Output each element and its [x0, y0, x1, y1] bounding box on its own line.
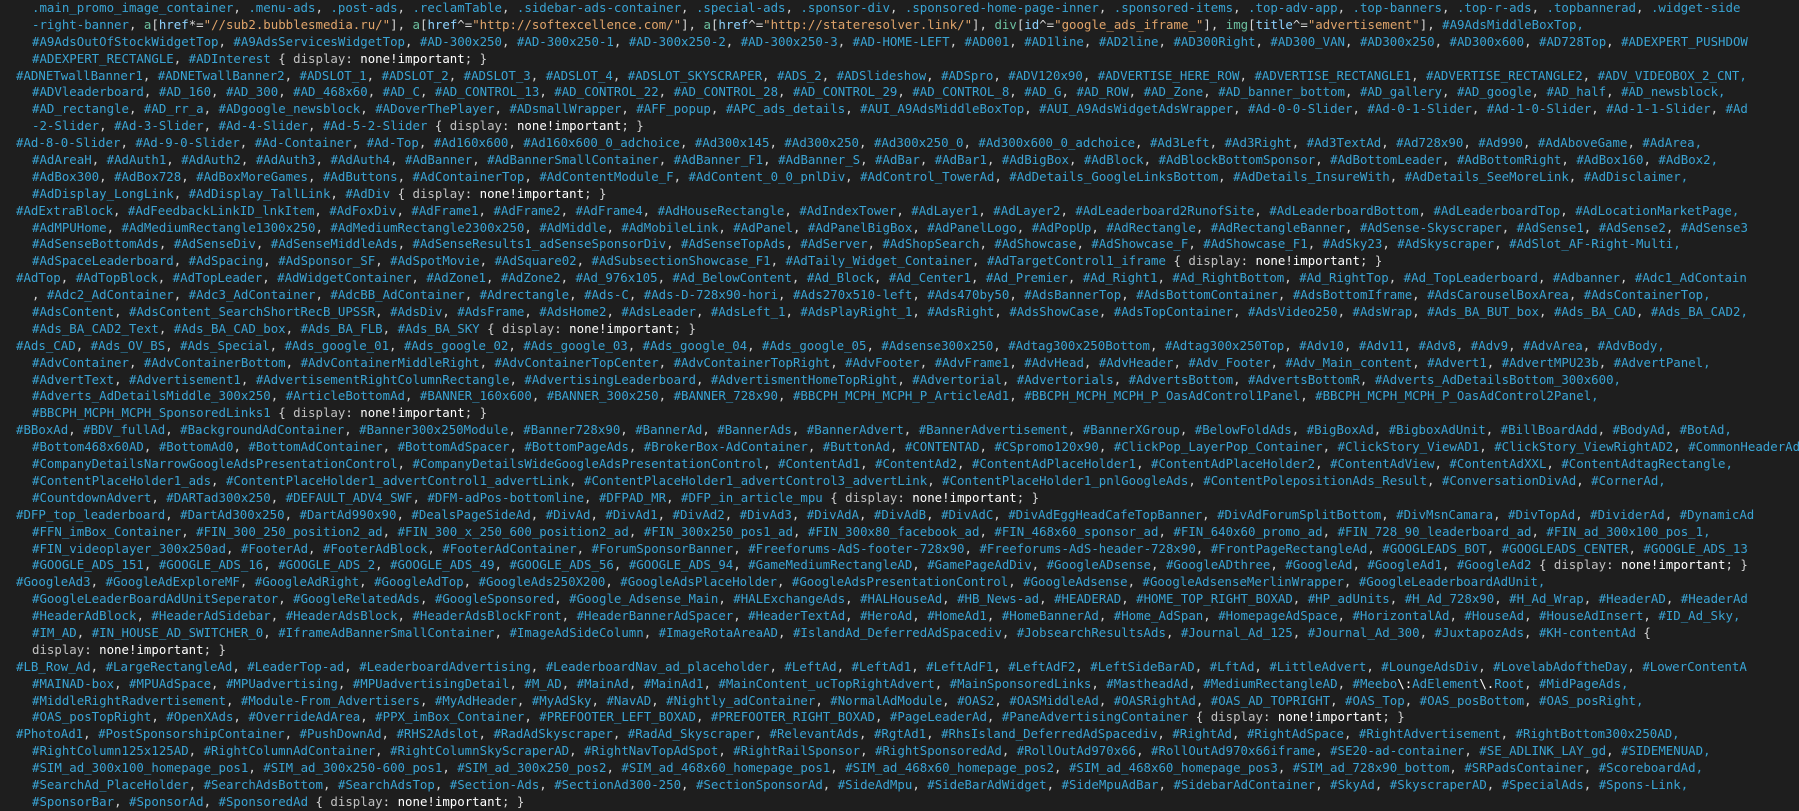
code-line[interactable]: #Ad-8-0-Slider, #Ad-9-0-Slider, #Ad-Cont…: [16, 135, 1799, 152]
code-line[interactable]: #A9AdsOutOfStockWidgetTop, #A9AdsService…: [16, 34, 1799, 51]
code-line[interactable]: , #Adc2_AdContainer, #Adc3_AdContainer, …: [16, 287, 1799, 304]
code-line[interactable]: #AdTop, #AdTopBlock, #AdTopLeader, #AdWi…: [16, 270, 1799, 287]
code-line[interactable]: #AdBox300, #AdBox728, #AdBoxMoreGames, #…: [16, 169, 1799, 186]
code-line[interactable]: #RightColumn125x125AD, #RightColumnAdCon…: [16, 743, 1799, 760]
code-line[interactable]: #AdSenseBottomAds, #AdSenseDiv, #AdSense…: [16, 236, 1799, 253]
code-line[interactable]: #AdSpaceLeaderboard, #AdSpacing, #AdSpon…: [16, 253, 1799, 270]
code-line[interactable]: #DFP_top_leaderboard, #DartAd300x250, #D…: [16, 507, 1799, 524]
code-line[interactable]: #Ads_CAD, #Ads_OV_BS, #Ads_Special, #Ads…: [16, 338, 1799, 355]
code-line[interactable]: #ADVleaderboard, #AD_160, #AD_300, #AD_4…: [16, 84, 1799, 101]
code-line[interactable]: #MiddleRightRadvertisement, #Module-From…: [16, 693, 1799, 710]
code-line[interactable]: #AdsContent, #AdsContent_SearchShortRecB…: [16, 304, 1799, 321]
code-line[interactable]: #ADNETwallBanner1, #ADNETwallBanner2, #A…: [16, 68, 1799, 85]
code-line[interactable]: #Adverts_AdDetailsMiddle_300x250, #Artic…: [16, 388, 1799, 405]
code-line[interactable]: #LB_Row_Ad, #LargeRectangleAd, #LeaderTo…: [16, 659, 1799, 676]
code-line[interactable]: #SearchAd_PlaceHolder, #SearchAdsBottom,…: [16, 777, 1799, 794]
code-line[interactable]: #GoogleAd3, #GoogleAdExploreMF, #GoogleA…: [16, 574, 1799, 591]
code-line[interactable]: #HeaderAdBlock, #HeaderAdSidebar, #Heade…: [16, 608, 1799, 625]
code-line[interactable]: -2-Slider, #Ad-3-Slider, #Ad-4-Slider, #…: [16, 118, 1799, 135]
code-editor[interactable]: .main_promo_image_container, .menu-ads, …: [0, 0, 1799, 811]
code-line[interactable]: #Ads_BA_CAD2_Text, #Ads_BA_CAD_box, #Ads…: [16, 321, 1799, 338]
code-line[interactable]: #CountdownAdvert, #DARTad300x250, #DEFAU…: [16, 490, 1799, 507]
code-line[interactable]: display: none!important; }: [16, 642, 1799, 659]
code-line[interactable]: #Bottom468x60AD, #BottomAd0, #BottomAdCo…: [16, 439, 1799, 456]
code-line[interactable]: #PhotoAd1, #PostSponsorshipContainer, #P…: [16, 726, 1799, 743]
code-line[interactable]: #CompanyDetailsNarrowGoogleAdsPresentati…: [16, 456, 1799, 473]
code-line[interactable]: #AdAreaH, #AdAuth1, #AdAuth2, #AdAuth3, …: [16, 152, 1799, 169]
code-line[interactable]: #OAS_posTopRight, #OpenXAds, #OverrideAd…: [16, 709, 1799, 726]
code-line[interactable]: #GOOGLE_ADS_151, #GOOGLE_ADS_16, #GOOGLE…: [16, 557, 1799, 574]
code-line[interactable]: #IM_AD, #IN_HOUSE_AD_SWITCHER_0, #Iframe…: [16, 625, 1799, 642]
code-line[interactable]: #AdvContainer, #AdvContainerBottom, #Adv…: [16, 355, 1799, 372]
code-line[interactable]: #MAINAD-box, #MPUAdSpace, #MPUadvertisin…: [16, 676, 1799, 693]
code-line[interactable]: #AD_rectangle, #AD_rr_a, #ADgoogle_newsb…: [16, 101, 1799, 118]
code-line[interactable]: #ContentPlaceHolder1_ads, #ContentPlaceH…: [16, 473, 1799, 490]
code-line[interactable]: #BBoxAd, #BDV_fullAd, #BackgroundAdConta…: [16, 422, 1799, 439]
code-line[interactable]: #FIN_videoplayer_300x250ad, #FooterAd, #…: [16, 541, 1799, 558]
code-line[interactable]: #ADEXPERT_RECTANGLE, #ADInterest { displ…: [16, 51, 1799, 68]
code-line[interactable]: #SIM_ad_300x100_homepage_pos1, #SIM_ad_3…: [16, 760, 1799, 777]
code-line[interactable]: .main_promo_image_container, .menu-ads, …: [16, 0, 1799, 17]
code-line[interactable]: #GoogleLeaderBoardAdUnitSeperator, #Goog…: [16, 591, 1799, 608]
code-line[interactable]: #AdExtraBlock, #AdFeedbackLinkID_lnkItem…: [16, 203, 1799, 220]
code-line[interactable]: #AdDisplay_LongLink, #AdDisplay_TallLink…: [16, 186, 1799, 203]
code-line[interactable]: #SponsorBar, #SponsorAd, #SponsoredAd { …: [16, 794, 1799, 811]
code-line[interactable]: -right-banner, a[href*="//sub2.bubblesme…: [16, 17, 1799, 34]
code-line[interactable]: #FFN_imBox_Container, #FIN_300_250_posit…: [16, 524, 1799, 541]
code-line[interactable]: #BBCPH_MCPH_MCPH_SponsoredLinks1 { displ…: [16, 405, 1799, 422]
code-line[interactable]: #AdvertText, #Advertisement1, #Advertise…: [16, 372, 1799, 389]
code-line[interactable]: #AdMPUHome, #AdMediumRectangle1300x250, …: [16, 220, 1799, 237]
